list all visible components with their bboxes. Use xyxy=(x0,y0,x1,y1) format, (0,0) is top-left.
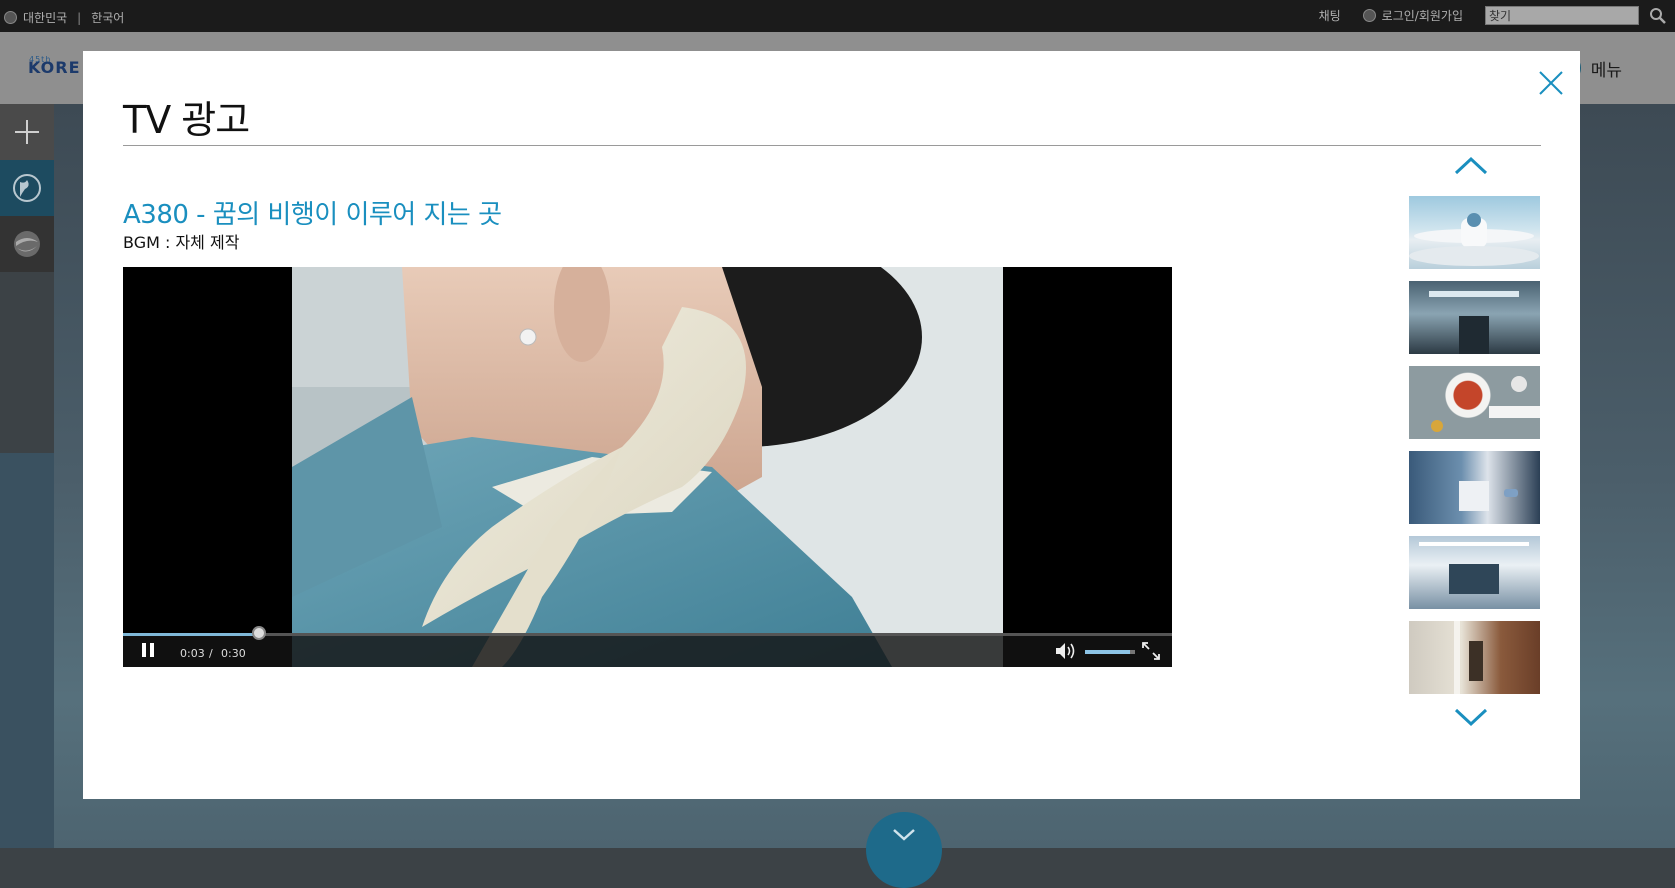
thumb-meal-tray[interactable] xyxy=(1409,366,1540,439)
video-player[interactable]: 0:03 / 0:30 xyxy=(123,267,1172,667)
volume-icon[interactable] xyxy=(1055,642,1077,660)
seek-bar[interactable] xyxy=(123,633,1172,636)
time-separator: / xyxy=(209,647,213,660)
search-input[interactable] xyxy=(1485,6,1639,25)
korean-air-logo-icon xyxy=(14,231,40,257)
current-time: 0:03 xyxy=(180,647,205,660)
thumb-lounge-seats[interactable] xyxy=(1409,451,1540,524)
top-bar: 대한민국 | 한국어 채팅 로그인/회원가입 xyxy=(0,0,1675,32)
globe-icon xyxy=(13,174,41,202)
fullscreen-icon[interactable] xyxy=(1142,642,1160,660)
scroll-down-button[interactable] xyxy=(866,812,942,888)
tv-ad-modal: TV 광고 A380 - 꿈의 비행이 이루어 지는 곳 BGM : 자체 제작 xyxy=(83,51,1580,799)
title-divider xyxy=(123,145,1541,146)
language-link[interactable]: 한국어 xyxy=(91,9,124,26)
player-controls xyxy=(123,633,1172,667)
plus-icon xyxy=(15,120,39,144)
video-bgm: BGM : 자체 제작 xyxy=(123,233,240,252)
login-link[interactable]: 로그인/회원가입 xyxy=(1382,7,1463,24)
seek-handle[interactable] xyxy=(252,626,266,640)
korean-air-logo[interactable]: 45th KORE xyxy=(28,55,81,77)
logo-anniversary: 45th xyxy=(29,55,52,64)
duration: 0:30 xyxy=(221,647,246,660)
seek-bar-progress xyxy=(123,633,259,636)
chevron-down-icon xyxy=(893,829,915,841)
chevron-down-icon[interactable] xyxy=(1453,707,1489,729)
modal-title: TV 광고 xyxy=(123,98,250,142)
chevron-up-icon[interactable] xyxy=(1453,154,1489,176)
thumb-a380-exterior[interactable] xyxy=(1409,196,1540,269)
sidebar-item-globe[interactable] xyxy=(0,160,54,216)
thumb-cabin-stairs[interactable] xyxy=(1409,281,1540,354)
divider: | xyxy=(77,10,82,25)
chat-link[interactable]: 채팅 xyxy=(1319,7,1341,24)
hero-left-strip xyxy=(0,453,54,848)
korean-air-logo-icon xyxy=(1362,9,1376,22)
quick-sidebar xyxy=(0,104,54,272)
video-title: A380 - 꿈의 비행이 이루어 지는 곳 xyxy=(123,200,502,230)
thumb-corridor[interactable] xyxy=(1409,621,1540,694)
close-icon[interactable] xyxy=(1536,68,1566,98)
video-frame xyxy=(292,267,1003,667)
region-link[interactable]: 대한민국 xyxy=(23,9,67,26)
volume-level xyxy=(1085,650,1130,654)
search-icon[interactable] xyxy=(1649,7,1667,25)
pause-button[interactable] xyxy=(142,643,154,657)
globe-icon xyxy=(4,11,17,24)
thumb-bar-lounge[interactable] xyxy=(1409,536,1540,609)
menu-label: 메뉴 xyxy=(1590,60,1622,81)
sidebar-item-add[interactable] xyxy=(0,104,54,160)
sidebar-item-korean-air[interactable] xyxy=(0,216,54,272)
